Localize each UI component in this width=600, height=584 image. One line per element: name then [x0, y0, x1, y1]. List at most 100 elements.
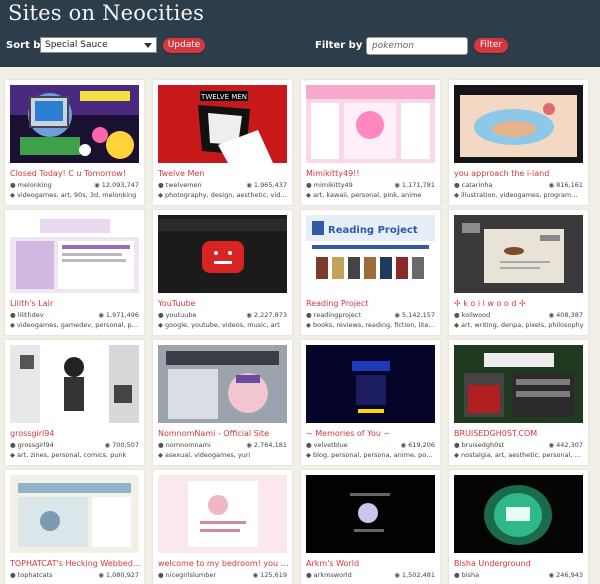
site-title[interactable]: TOPHATCAT's Hecking Webbed S... — [10, 559, 142, 568]
site-tags[interactable]: ◆photography, design, aesthetic, videos,… — [158, 191, 288, 199]
site-owner[interactable]: ● readingproject — [306, 311, 361, 319]
site-card[interactable]: Bisha Underground ● bisha ◉ 246,943 — [449, 470, 588, 584]
site-card[interactable]: TWELVE MEN Twelve Men ● twelvemen ◉ 1,965,… — [153, 80, 292, 205]
site-views: ◉ 1,971,496 — [98, 311, 139, 319]
site-thumbnail[interactable] — [10, 345, 139, 423]
site-thumbnail[interactable] — [10, 475, 139, 553]
page-title: Sites on Neocities — [8, 1, 205, 25]
site-views: ◉ 442,307 — [548, 441, 583, 449]
site-title[interactable]: BRUISEDGH0ST.COM — [454, 429, 586, 438]
site-title[interactable]: Reading Project — [306, 299, 438, 308]
site-thumbnail[interactable] — [454, 345, 583, 423]
site-tags[interactable]: ◆ art, kawaii, personal, pink, anime — [306, 191, 436, 199]
site-title[interactable]: YouTuube — [158, 299, 290, 308]
site-card[interactable]: you approach the i-land ● catarinha ◉ 816,… — [449, 80, 588, 205]
site-owner[interactable]: ● arkmsworld — [306, 571, 352, 579]
site-tags[interactable]: ◆ nostalgia, art, aesthetic, personal, bl… — [454, 451, 584, 459]
site-thumbnail[interactable] — [454, 215, 583, 293]
eye-icon: ◉ — [394, 311, 400, 319]
site-card[interactable]: Lilith's Lair ● lilithdev ◉ 1,971,496 ◆ vid… — [5, 210, 144, 335]
site-views: ◉ 700,507 — [104, 441, 139, 449]
site-card[interactable]: Mimikitty49!! ● mimikitty49 ◉ 1,171,781 ◆ a… — [301, 80, 440, 205]
site-title[interactable]: you approach the i-land — [454, 169, 586, 178]
site-views: ◉ 2,227,873 — [246, 311, 287, 319]
site-thumbnail[interactable] — [158, 215, 287, 293]
site-views: ◉ 2,764,181 — [246, 441, 287, 449]
sort-select[interactable]: Special Sauce — [40, 37, 157, 53]
site-title[interactable]: Closed Today! C u Tomorrow! — [10, 169, 142, 178]
site-card[interactable]: YouTuube ● youtuube ◉ 2,227,873 ◆ google, y… — [153, 210, 292, 335]
site-owner[interactable]: ● koilwood — [454, 311, 490, 319]
update-button[interactable]: Update — [163, 38, 205, 53]
site-owner[interactable]: ● lilithdev — [10, 311, 44, 319]
site-title[interactable]: NomnomNami - Official Site — [158, 429, 290, 438]
eye-icon: ◉ — [246, 441, 252, 449]
site-title[interactable]: Twelve Men — [158, 169, 290, 178]
tag-filter-input[interactable]: pokemon — [366, 37, 468, 55]
site-tags[interactable]: ◆ art, writing, denpa, pixels, philosophy — [454, 321, 584, 329]
site-thumbnail[interactable] — [306, 85, 435, 163]
site-owner[interactable]: ● bisha — [454, 571, 479, 579]
site-card[interactable]: welcome to my bedroom! you j... ● nicegir… — [153, 470, 292, 584]
site-title[interactable]: ~ Memories of You ~ — [306, 429, 438, 438]
site-thumbnail[interactable] — [454, 475, 583, 553]
site-title[interactable]: Bisha Underground — [454, 559, 586, 568]
site-title[interactable]: ✢ k o i l w o o d ✢ — [454, 299, 586, 308]
site-title[interactable]: Arkm's World — [306, 559, 438, 568]
site-title[interactable]: welcome to my bedroom! you j... — [158, 559, 290, 568]
site-card[interactable]: NomnomNami - Official Site ● nomnomnami ◉… — [153, 340, 292, 465]
user-icon: ● — [10, 571, 16, 579]
site-thumbnail[interactable]: TWELVE MEN — [158, 85, 287, 163]
user-icon: ● — [158, 181, 164, 189]
site-card[interactable]: BRUISEDGH0ST.COM ● bruisedgh0st ◉ 442,307 … — [449, 340, 588, 465]
site-tags[interactable]: ◆ blog, personal, persona, anime, poetry — [306, 451, 436, 459]
user-icon: ● — [454, 311, 460, 319]
site-card[interactable]: Arkm's World ● arkmsworld ◉ 1,502,481 — [301, 470, 440, 584]
site-owner[interactable]: ● nomnomnami — [158, 441, 211, 449]
site-tags[interactable]: ◆illustration, videogames, programming, … — [454, 191, 584, 199]
site-owner[interactable]: ● bruisedgh0st — [454, 441, 504, 449]
site-owner[interactable]: ● youtuube — [158, 311, 197, 319]
site-owner[interactable]: ● tophatcats — [10, 571, 52, 579]
site-card[interactable]: grossgirl94 ● grossgirl94 ◉ 700,507 ◆ art, … — [5, 340, 144, 465]
site-card[interactable]: TOPHATCAT's Hecking Webbed S... ● tophatc… — [5, 470, 144, 584]
eye-icon: ◉ — [98, 571, 104, 579]
tag-icon: ◆ — [306, 451, 311, 459]
site-tags[interactable]: ◆ books, reviews, reading, fiction, liter… — [306, 321, 436, 329]
site-title[interactable]: Lilith's Lair — [10, 299, 142, 308]
site-owner[interactable]: ● twelvemen — [158, 181, 202, 189]
site-thumbnail[interactable] — [454, 85, 583, 163]
site-owner[interactable]: ● grossgirl94 — [10, 441, 54, 449]
site-card[interactable]: ~ Memories of You ~ ● velvetblue ◉ 619,206… — [301, 340, 440, 465]
tag-icon: ◆ — [454, 191, 459, 199]
site-thumbnail[interactable] — [158, 345, 287, 423]
site-owner[interactable]: ● mimikitty49 — [306, 181, 353, 189]
site-thumbnail[interactable] — [306, 475, 435, 553]
site-owner[interactable]: ● catarinha — [454, 181, 492, 189]
site-owner[interactable]: ● melonking — [10, 181, 52, 189]
eye-icon: ◉ — [548, 311, 555, 319]
site-owner[interactable]: ● nicegirlslumber — [158, 571, 216, 579]
site-tags[interactable]: ◆ asexual, videogames, yuri — [158, 451, 288, 459]
filter-button[interactable]: Filter — [474, 38, 508, 53]
site-title[interactable]: grossgirl94 — [10, 429, 142, 438]
site-card[interactable]: Reading Project Reading Project ● reading… — [301, 210, 440, 335]
eye-icon: ◉ — [94, 181, 100, 189]
site-card[interactable]: ✢ k o i l w o o d ✢ ● koilwood ◉ 408,387 ◆… — [449, 210, 588, 335]
site-thumbnail[interactable] — [10, 85, 139, 163]
chevron-down-icon — [144, 43, 152, 48]
site-owner[interactable]: ● velvetblue — [306, 441, 348, 449]
site-title[interactable]: Mimikitty49!! — [306, 169, 438, 178]
site-thumbnail[interactable] — [306, 345, 435, 423]
site-tags[interactable]: ◆ videogames, art, 90s, 3d, melonking — [10, 191, 140, 199]
site-thumbnail[interactable] — [10, 215, 139, 293]
site-card[interactable]: Closed Today! C u Tomorrow! ● melonking ◉… — [5, 80, 144, 205]
site-tags[interactable]: ◆ art, zines, personal, comics, punk — [10, 451, 140, 459]
user-icon: ● — [158, 571, 164, 579]
site-tags[interactable]: ◆ google, youtube, videos, music, art — [158, 321, 288, 329]
user-icon: ● — [10, 441, 16, 449]
site-tags[interactable]: ◆videogames, gamedev, personal, progra..… — [10, 321, 140, 329]
site-thumbnail[interactable]: Reading Project — [306, 215, 435, 293]
site-views: ◉ 1,080,927 — [98, 571, 139, 579]
site-thumbnail[interactable] — [158, 475, 287, 553]
